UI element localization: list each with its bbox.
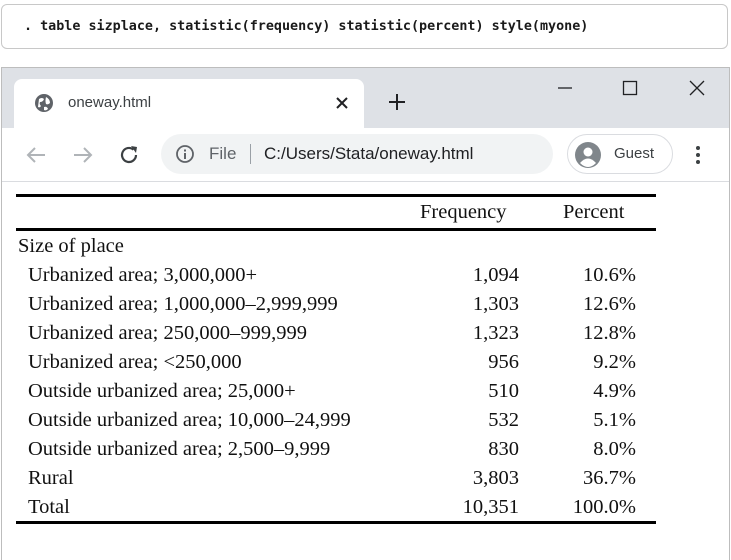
row-percent: 10.6% — [583, 264, 636, 286]
avatar-icon — [574, 141, 602, 169]
title-bar: oneway.html — [2, 68, 729, 128]
close-icon[interactable] — [332, 93, 352, 113]
row-percent: 5.1% — [593, 409, 636, 431]
profile-button[interactable]: Guest — [567, 134, 673, 174]
browser-toolbar: File C:/Users/Stata/oneway.html Guest — [2, 128, 729, 182]
info-icon[interactable] — [175, 144, 195, 164]
table-row: Outside urbanized area; 25,000+ 510 4.9% — [16, 376, 656, 405]
table-row: Urbanized area; <250,000 956 9.2% — [16, 347, 656, 376]
row-label: Outside urbanized area; 2,500–9,999 — [28, 438, 331, 460]
maximize-icon[interactable] — [607, 77, 653, 99]
row-frequency: 1,323 — [472, 322, 519, 344]
row-label: Outside urbanized area; 10,000–24,999 — [28, 409, 351, 431]
header-frequency: Frequency — [420, 201, 507, 223]
window-close-icon[interactable] — [674, 77, 720, 99]
omnibox-separator — [250, 144, 251, 164]
row-frequency: 10,351 — [462, 496, 519, 518]
globe-icon — [34, 93, 54, 113]
row-percent: 9.2% — [593, 351, 636, 373]
table-row: Outside urbanized area; 10,000–24,999 53… — [16, 405, 656, 434]
page-content: Frequency Percent Size of place Urbanize… — [2, 182, 729, 560]
address-bar[interactable]: File C:/Users/Stata/oneway.html — [161, 134, 553, 174]
row-label: Urbanized area; <250,000 — [28, 351, 242, 373]
row-frequency: 1,094 — [472, 264, 519, 286]
row-frequency: 510 — [488, 380, 519, 402]
row-percent: 100.0% — [572, 496, 636, 518]
row-frequency: 1,303 — [472, 293, 519, 315]
row-percent: 8.0% — [593, 438, 636, 460]
row-frequency: 3,803 — [472, 467, 519, 489]
browser-window: oneway.html File C:/Users/Stata/oneway.h… — [1, 67, 730, 560]
row-label: Urbanized area; 3,000,000+ — [28, 264, 258, 286]
row-percent: 12.6% — [583, 293, 636, 315]
header-percent: Percent — [563, 201, 625, 223]
row-label: Rural — [28, 467, 74, 489]
row-label: Urbanized area; 250,000–999,999 — [28, 322, 307, 344]
reload-icon[interactable] — [116, 142, 142, 168]
frequency-table: Frequency Percent Size of place Urbanize… — [16, 194, 656, 524]
row-label: Urbanized area; 1,000,000–2,999,999 — [28, 293, 338, 315]
row-percent: 4.9% — [593, 380, 636, 402]
minimize-icon[interactable] — [542, 77, 588, 99]
row-percent: 12.8% — [583, 322, 636, 344]
tab-title: oneway.html — [68, 94, 152, 111]
forward-arrow-icon[interactable] — [70, 142, 96, 168]
row-label: Total — [28, 496, 70, 518]
table-row-total: Total 10,351 100.0% — [16, 492, 656, 521]
browser-tab[interactable]: oneway.html — [14, 79, 364, 128]
url-text[interactable]: C:/Users/Stata/oneway.html — [264, 144, 473, 164]
plus-icon[interactable] — [385, 90, 409, 114]
group-label: Size of place — [18, 235, 124, 257]
back-arrow-icon[interactable] — [23, 142, 49, 168]
row-percent: 36.7% — [583, 467, 636, 489]
row-frequency: 830 — [488, 438, 519, 460]
table-row: Rural 3,803 36.7% — [16, 463, 656, 492]
table-row: Outside urbanized area; 2,500–9,999 830 … — [16, 434, 656, 463]
table-row: Urbanized area; 250,000–999,999 1,323 12… — [16, 318, 656, 347]
scheme-label: File — [209, 144, 237, 163]
table-row: Urbanized area; 1,000,000–2,999,999 1,30… — [16, 289, 656, 318]
table-header-row: Frequency Percent — [16, 197, 656, 228]
profile-label: Guest — [614, 145, 655, 162]
stata-command: . table sizplace, statistic(frequency) s… — [1, 4, 728, 49]
table-bottom-rule — [16, 521, 656, 524]
row-label: Outside urbanized area; 25,000+ — [28, 380, 296, 402]
row-frequency: 956 — [488, 351, 519, 373]
table-row: Urbanized area; 3,000,000+ 1,094 10.6% — [16, 260, 656, 289]
group-row: Size of place — [16, 231, 656, 260]
kebab-menu-icon[interactable] — [686, 142, 710, 168]
row-frequency: 532 — [488, 409, 519, 431]
